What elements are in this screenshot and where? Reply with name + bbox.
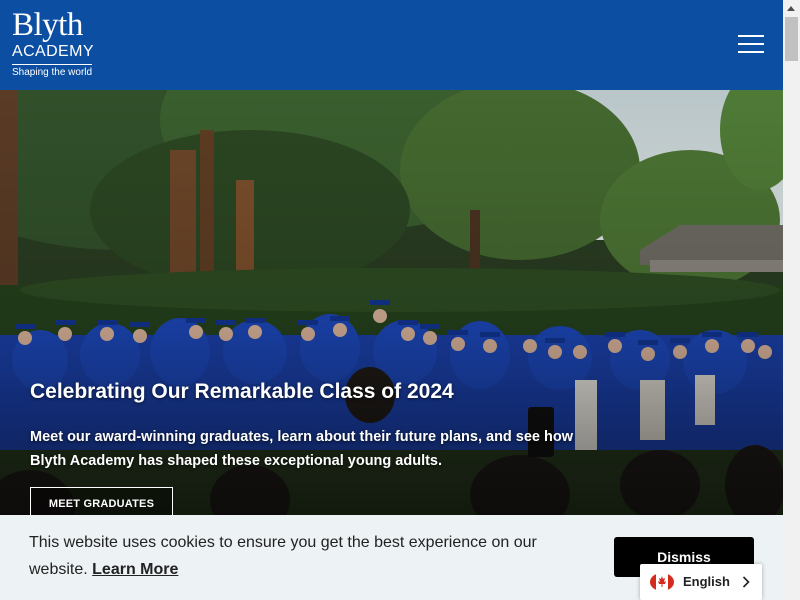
site-header: Blyth ACADEMY Shaping the world	[0, 0, 783, 90]
language-selector[interactable]: English	[640, 564, 762, 600]
logo-divider	[12, 64, 92, 65]
logo-subtitle: ACADEMY	[12, 43, 94, 60]
blyth-academy-logo[interactable]: Blyth ACADEMY Shaping the world	[12, 8, 94, 79]
page-scrollbar[interactable]	[783, 0, 800, 600]
hamburger-menu-icon[interactable]	[738, 35, 764, 55]
scroll-up-arrow-icon[interactable]	[783, 0, 800, 17]
canada-flag-icon	[650, 573, 674, 591]
logo-wordmark: Blyth	[12, 7, 83, 43]
chevron-right-icon	[739, 573, 753, 591]
hero-description: Meet our award-winning graduates, learn …	[30, 429, 574, 469]
learn-more-link[interactable]: Learn More	[92, 561, 178, 578]
hero-title: Celebrating Our Remarkable Class of 2024	[30, 380, 454, 403]
hero-banner: Celebrating Our Remarkable Class of 2024…	[0, 90, 783, 520]
scrollbar-thumb[interactable]	[785, 17, 798, 61]
language-label: English	[683, 574, 730, 589]
logo-tagline: Shaping the world	[12, 67, 93, 78]
cookie-message: This website uses cookies to ensure you …	[29, 529, 589, 583]
